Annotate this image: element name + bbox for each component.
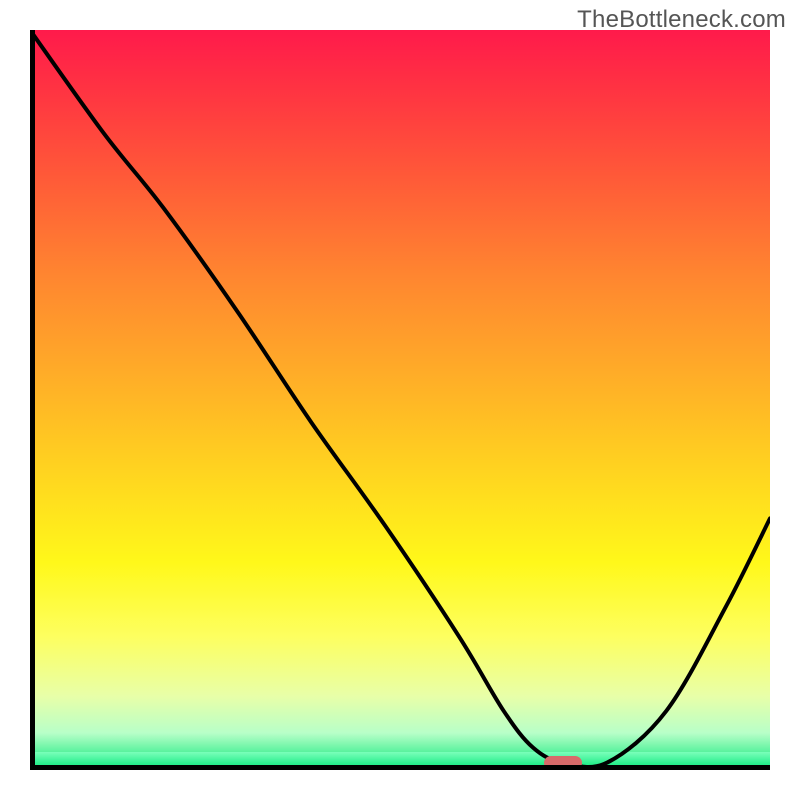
optimal-point-marker <box>544 756 582 770</box>
bottleneck-curve <box>30 30 770 770</box>
watermark-text: TheBottleneck.com <box>577 6 786 34</box>
plot-area <box>30 30 770 770</box>
